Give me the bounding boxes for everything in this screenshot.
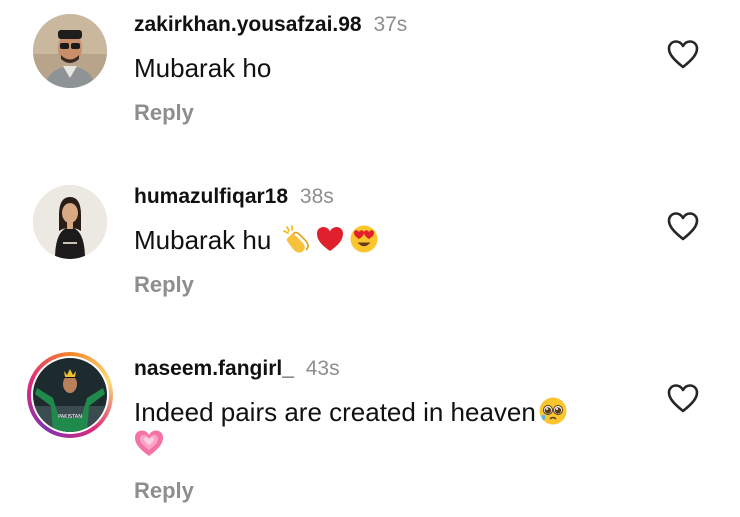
avatar-photo xyxy=(33,14,107,88)
avatar[interactable]: PAKISTAN xyxy=(27,352,113,438)
svg-text:PAKISTAN: PAKISTAN xyxy=(58,414,82,420)
reply-button[interactable]: Reply xyxy=(134,478,194,504)
username[interactable]: humazulfiqar18 xyxy=(134,185,288,208)
comment-text: Mubarak ho xyxy=(134,53,272,83)
timestamp: 43s xyxy=(305,357,340,380)
comment-text: Indeed pairs are created in heaven xyxy=(134,396,568,428)
avatar[interactable] xyxy=(31,183,109,261)
growing-heart-emoji-icon xyxy=(134,428,164,458)
pleading-face-emoji-icon xyxy=(538,396,568,426)
avatar[interactable] xyxy=(31,12,109,90)
username[interactable]: naseem.fangirl_ xyxy=(134,357,294,380)
username[interactable]: zakirkhan.yousafzai.98 xyxy=(134,13,362,36)
comment-meta: humazulfiqar18 38s xyxy=(134,184,334,210)
heart-outline-icon[interactable] xyxy=(667,39,699,69)
comment-text-content: Indeed pairs are created in heaven xyxy=(134,397,536,427)
heart-outline-icon[interactable] xyxy=(667,211,699,241)
clapping-hands-emoji-icon xyxy=(281,224,311,254)
comment-text-content: Mubarak hu xyxy=(134,225,272,255)
comment-text-line-2 xyxy=(134,428,164,460)
avatar-photo: PAKISTAN xyxy=(33,358,107,432)
reply-button[interactable]: Reply xyxy=(134,272,194,298)
comment-meta: zakirkhan.yousafzai.98 37s xyxy=(134,12,407,38)
timestamp: 37s xyxy=(373,13,408,36)
heart-eyes-face-emoji-icon xyxy=(349,224,379,254)
comment-text: Mubarak hu xyxy=(134,224,379,256)
comment-meta: naseem.fangirl_ 43s xyxy=(134,356,340,382)
heart-outline-icon[interactable] xyxy=(667,383,699,413)
timestamp: 38s xyxy=(299,185,334,208)
red-heart-emoji-icon xyxy=(315,224,345,254)
avatar-photo xyxy=(33,185,107,259)
reply-button[interactable]: Reply xyxy=(134,100,194,126)
